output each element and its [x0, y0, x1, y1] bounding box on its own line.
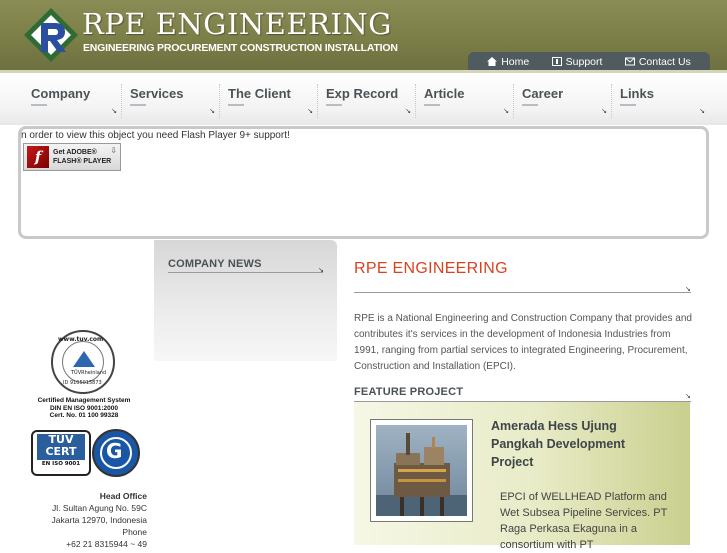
cert-line: DIN EN ISO 9001:2000	[50, 404, 118, 412]
corner-arrow-icon: ↘	[209, 107, 215, 115]
nav-underline	[130, 104, 146, 106]
nav-item-the-client[interactable]: The Client ↘	[219, 84, 317, 118]
brand-name: RPE ENGINEERING	[82, 7, 392, 41]
tuv-cert-badge-standard: EN ISO 9001	[41, 461, 81, 467]
flash-logo-icon: f	[27, 146, 49, 168]
flash-notice: n order to view this object you need Fla…	[21, 130, 290, 141]
address-line: Jakarta 12970, Indonesia	[51, 515, 147, 525]
flash-badge-line2: FLASH® PLAYER	[53, 158, 112, 165]
address-heading: Head Office	[99, 491, 147, 501]
page-title: RPE ENGINEERING	[354, 260, 508, 277]
address-line: Jl. Sultan Agung No. 59C	[52, 503, 147, 513]
nav-label: Company	[31, 86, 91, 101]
top-links-bar: Home Support Contact Us	[468, 52, 710, 71]
tuv-rheinland-seal: www.tuv.com TÜVRheinland ID 9105015873	[51, 330, 115, 394]
nav-underline	[228, 104, 244, 106]
tuv-seal-inner: TÜVRheinland	[62, 341, 107, 383]
tuv-cert-badge-title: TÜV CERT	[37, 434, 85, 460]
offshore-platform-image	[376, 425, 467, 516]
head-office-address: Head Office Jl. Sultan Agung No. 59C Jak…	[27, 490, 147, 550]
feature-project-title: FEATURE PROJECT	[354, 386, 464, 398]
nav-underline	[620, 104, 636, 106]
cert-line: Certified Management System	[37, 397, 131, 404]
company-news-panel: COMPANY NEWS ↘	[154, 240, 337, 361]
brand-tagline: ENGINEERING PROCUREMENT CONSTRUCTION INS…	[83, 42, 398, 54]
corner-arrow-icon: ↘	[111, 107, 117, 115]
flash-banner: n order to view this object you need Fla…	[18, 126, 709, 239]
corner-arrow-icon: ↘	[307, 107, 313, 115]
nav-label: Links	[620, 86, 654, 101]
left-column: www.tuv.com TÜVRheinland ID 9105015873 C…	[0, 240, 153, 549]
download-arrow-icon: ⇩	[110, 146, 117, 155]
tuv-triangle-icon	[73, 351, 95, 367]
tuv-nord-g-icon: G	[106, 439, 123, 463]
main-content: RPE ENGINEERING ↘ RPE is a National Engi…	[337, 240, 709, 551]
corner-arrow-icon[interactable]: ↘	[318, 266, 324, 274]
address-line: +62 21 8315944 ~ 49	[66, 539, 147, 549]
nav-item-services[interactable]: Services ↘	[121, 84, 219, 118]
corner-arrow-icon: ↘	[699, 107, 705, 115]
feature-project-panel: Amerada Hess Ujung Pangkah Development P…	[354, 402, 690, 551]
get-flash-player-button[interactable]: f Get ADOBE® FLASH® PLAYER ⇩	[23, 143, 121, 171]
address-line: Phone	[122, 527, 147, 537]
corner-arrow-icon[interactable]: ↘	[685, 285, 691, 293]
corner-arrow-icon: ↘	[601, 107, 607, 115]
main-nav: Company ↘ Services ↘ The Client ↘ Exp Re…	[0, 73, 727, 125]
certification-text: Certified Management System DIN EN ISO 9…	[20, 397, 148, 420]
home-icon	[487, 57, 498, 66]
tuv-nord-badge: G	[92, 429, 140, 477]
project-photo[interactable]	[370, 419, 473, 522]
feature-project-name[interactable]: Amerada Hess Ujung Pangkah Development P…	[491, 417, 666, 471]
support-link-label: Support	[565, 55, 603, 68]
mail-icon	[624, 57, 635, 66]
home-link[interactable]: Home	[487, 56, 529, 68]
rpe-logo[interactable]	[22, 6, 80, 64]
support-icon	[551, 57, 562, 66]
middle-column-spacer	[154, 361, 337, 545]
nav-underline	[31, 104, 47, 106]
nav-label: Services	[130, 86, 184, 101]
nav-item-article[interactable]: Article ↘	[415, 84, 513, 118]
support-link[interactable]: Support	[551, 55, 603, 68]
home-link-label: Home	[501, 55, 530, 68]
nav-item-career[interactable]: Career ↘	[513, 84, 611, 118]
nav-underline	[522, 104, 538, 106]
tuv-seal-id: ID 9105015873	[63, 380, 102, 386]
nav-item-links[interactable]: Links ↘	[611, 84, 709, 118]
nav-label: Exp Record	[326, 86, 399, 101]
contact-link-label: Contact Us	[638, 55, 691, 68]
nav-underline	[326, 104, 342, 106]
corner-arrow-icon[interactable]: ↘	[685, 392, 691, 400]
nav-label: Article	[424, 86, 465, 101]
nav-label: The Client	[228, 86, 291, 101]
company-news-title[interactable]: COMPANY NEWS	[168, 258, 262, 270]
nav-label: Career	[522, 86, 564, 101]
corner-arrow-icon: ↘	[503, 107, 509, 115]
cert-line: Cert. No. 01 100 99328	[49, 412, 119, 419]
tuv-cert-badge: TÜV CERT EN ISO 9001	[31, 430, 91, 476]
corner-arrow-icon: ↘	[405, 107, 411, 115]
nav-item-exp-record[interactable]: Exp Record ↘	[317, 84, 415, 118]
feature-project-description: EPCI of WELLHEAD Platform and Wet Subsea…	[500, 491, 668, 551]
tuv-seal-name: TÜVRheinland	[71, 370, 107, 376]
news-divider	[168, 272, 323, 273]
flash-badge-line1: Get ADOBE®	[53, 149, 97, 156]
site-header: RPE ENGINEERING ENGINEERING PROCUREMENT …	[0, 0, 727, 73]
nav-item-company[interactable]: Company ↘	[23, 84, 121, 118]
contact-link[interactable]: Contact Us	[624, 55, 691, 68]
nav-underline	[424, 104, 440, 106]
company-intro: RPE is a National Engineering and Constr…	[354, 313, 692, 372]
title-divider	[354, 292, 691, 293]
